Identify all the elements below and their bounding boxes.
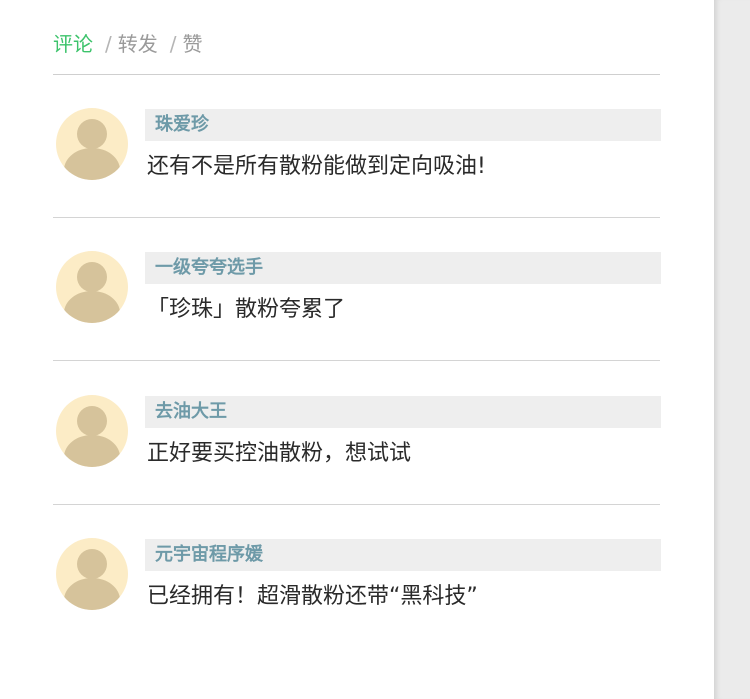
comment-item: 一级夸夸选手 「珍珠」散粉夸累了 — [53, 218, 661, 361]
row-divider — [53, 360, 660, 361]
comment-text: 已经拥有！超滑散粉还带“黑科技” — [147, 584, 478, 609]
user-avatar-icon[interactable] — [56, 538, 128, 610]
comment-username[interactable]: 元宇宙程序媛 — [155, 539, 263, 571]
user-avatar-icon[interactable] — [56, 108, 128, 180]
comment-text: 正好要买控油散粉，想试试 — [147, 441, 412, 466]
comment-item: 珠爱珍 还有不是所有散粉能做到定向吸油! — [53, 75, 661, 218]
comment-username[interactable]: 珠爱珍 — [155, 109, 209, 141]
comment-username[interactable]: 去油大王 — [155, 396, 227, 428]
tab-separator: / — [105, 32, 112, 56]
scrollbar-gutter[interactable] — [714, 0, 750, 699]
tab-reposts[interactable]: 转发 — [118, 30, 158, 58]
comment-item: 元宇宙程序媛 已经拥有！超滑散粉还带“黑科技” — [53, 505, 661, 648]
tab-bar: 评论 / 转发 / 赞 — [53, 30, 203, 58]
tab-comments[interactable]: 评论 — [53, 30, 93, 58]
comment-username[interactable]: 一级夸夸选手 — [155, 252, 263, 284]
username-bar: 去油大王 — [145, 396, 661, 428]
comment-text: 「珍珠」散粉夸累了 — [147, 297, 346, 322]
comment-text: 还有不是所有散粉能做到定向吸油! — [147, 154, 486, 179]
tab-likes[interactable]: 赞 — [183, 30, 203, 58]
username-bar: 珠爱珍 — [145, 109, 661, 141]
user-avatar-icon[interactable] — [56, 251, 128, 323]
user-avatar-icon[interactable] — [56, 395, 128, 467]
comment-item: 去油大王 正好要买控油散粉，想试试 — [53, 362, 661, 505]
tab-separator: / — [169, 32, 177, 56]
username-bar: 一级夸夸选手 — [145, 252, 661, 284]
username-bar: 元宇宙程序媛 — [145, 539, 661, 571]
